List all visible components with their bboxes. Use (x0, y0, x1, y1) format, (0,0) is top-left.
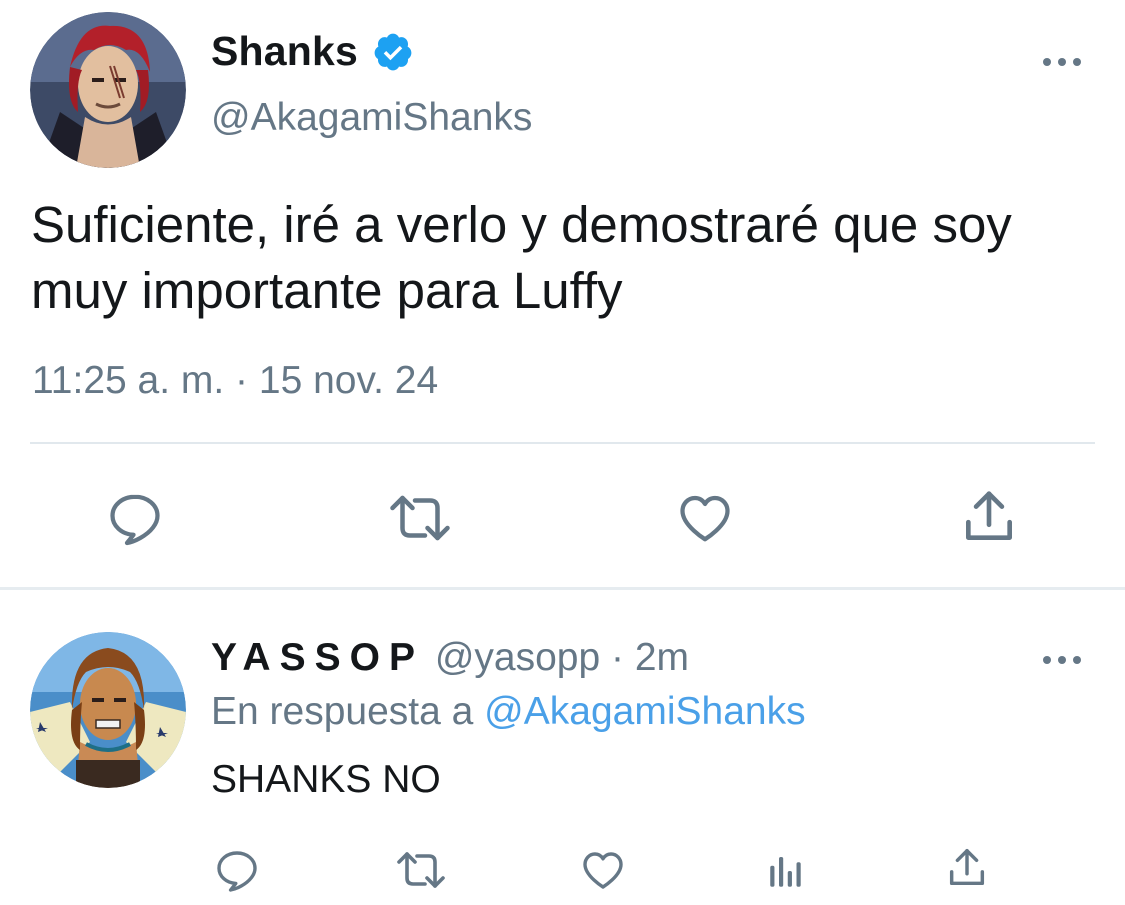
tweet-timestamp[interactable]: 11:25 a. m. · 15 nov. 24 (32, 359, 438, 403)
reply-context-prefix: En respuesta a (211, 690, 485, 733)
share-icon[interactable] (958, 486, 1020, 548)
like-icon[interactable] (674, 488, 736, 548)
tweet-text: Suficiente, iré a verlo y demostraré que… (31, 196, 1012, 319)
reply-icon[interactable] (104, 488, 166, 548)
divider (30, 442, 1095, 444)
display-name[interactable]: YASSOP (211, 636, 424, 679)
mention-link[interactable]: @AkagamiShanks (484, 690, 805, 733)
avatar-yassop[interactable] (30, 632, 186, 788)
retweet-icon[interactable] (392, 846, 450, 894)
reply-header: YASSOP @yasopp · 2m (211, 636, 689, 680)
avatar-shanks[interactable] (30, 12, 186, 168)
tweet-text: SHANKS NO (211, 758, 441, 801)
handle[interactable]: @AkagamiShanks (211, 96, 532, 140)
share-icon[interactable] (944, 844, 990, 892)
more-icon[interactable] (1040, 50, 1084, 74)
thread-divider (0, 587, 1125, 590)
stats-icon[interactable] (764, 850, 808, 892)
display-name[interactable]: Shanks (211, 28, 358, 75)
more-icon[interactable] (1040, 648, 1084, 672)
like-icon[interactable] (578, 846, 628, 894)
retweet-icon[interactable] (384, 488, 456, 548)
reply-icon[interactable] (212, 846, 262, 894)
verified-badge-icon (374, 33, 412, 71)
reply-context: En respuesta a @AkagamiShanks (211, 690, 806, 734)
handle-and-time[interactable]: @yasopp · 2m (424, 636, 689, 679)
